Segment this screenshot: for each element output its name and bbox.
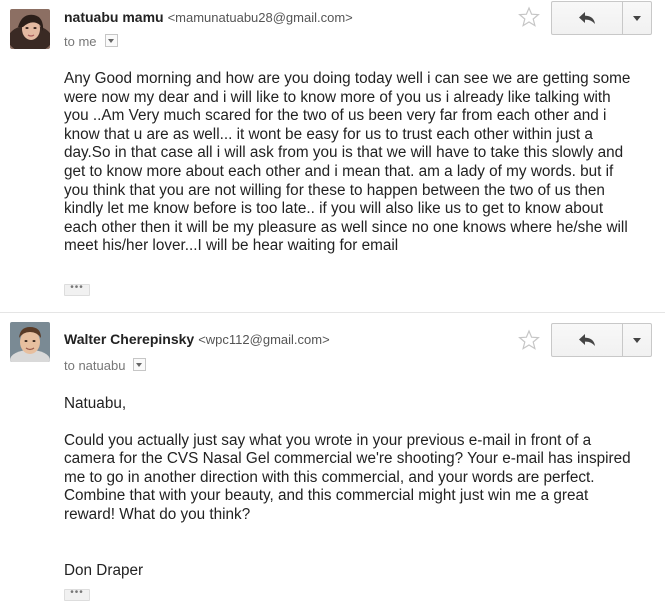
email-message: Walter Cherepinsky <wpc112@gmail.com> to … xyxy=(0,313,665,604)
sender-name[interactable]: Walter Cherepinsky xyxy=(64,331,194,347)
chevron-down-icon xyxy=(633,15,641,21)
more-options-button[interactable] xyxy=(623,1,652,35)
email-message: natuabu mamu <mamunatuabu28@gmail.com> to… xyxy=(0,0,665,312)
sender-email: <wpc112@gmail.com> xyxy=(198,332,330,347)
show-details-dropdown-icon[interactable] xyxy=(133,358,147,371)
show-trimmed-content-button[interactable]: ••• xyxy=(64,588,90,601)
star-icon[interactable] xyxy=(518,329,540,351)
sender-email: <mamunatuabu28@gmail.com> xyxy=(167,10,353,25)
message-paragraph: Could you actually just say what you wro… xyxy=(64,431,631,523)
message-body: Natuabu, Could you actually just say wha… xyxy=(64,395,638,580)
message-greeting: Natuabu, xyxy=(64,395,127,412)
reply-arrow-icon xyxy=(579,334,595,346)
sender-line: Walter Cherepinsky <wpc112@gmail.com> xyxy=(64,331,330,347)
show-trimmed-content-button[interactable]: ••• xyxy=(64,283,90,296)
reply-button-group xyxy=(551,1,652,35)
message-body: Any Good morning and how are you doing t… xyxy=(64,70,638,256)
message-signature: Don Draper xyxy=(64,561,144,579)
sender-avatar[interactable] xyxy=(10,322,50,362)
reply-button[interactable] xyxy=(551,1,623,35)
star-icon[interactable] xyxy=(518,6,540,28)
recipient-label: to me xyxy=(64,34,97,49)
more-options-button[interactable] xyxy=(623,323,652,357)
message-paragraph: Any Good morning and how are you doing t… xyxy=(64,70,631,255)
man-avatar-icon xyxy=(10,322,50,362)
sender-name[interactable]: natuabu mamu xyxy=(64,9,164,25)
reply-button[interactable] xyxy=(551,323,623,357)
recipient-line: to natuabu xyxy=(64,358,147,373)
sender-line: natuabu mamu <mamunatuabu28@gmail.com> xyxy=(64,9,353,25)
reply-arrow-icon xyxy=(579,12,595,24)
chevron-down-icon xyxy=(633,337,641,343)
show-details-dropdown-icon[interactable] xyxy=(104,34,118,47)
reply-button-group xyxy=(551,323,652,357)
recipient-line: to me xyxy=(64,34,118,49)
recipient-label: to natuabu xyxy=(64,358,126,373)
woman-avatar-icon xyxy=(10,9,50,49)
sender-avatar[interactable] xyxy=(10,9,50,49)
